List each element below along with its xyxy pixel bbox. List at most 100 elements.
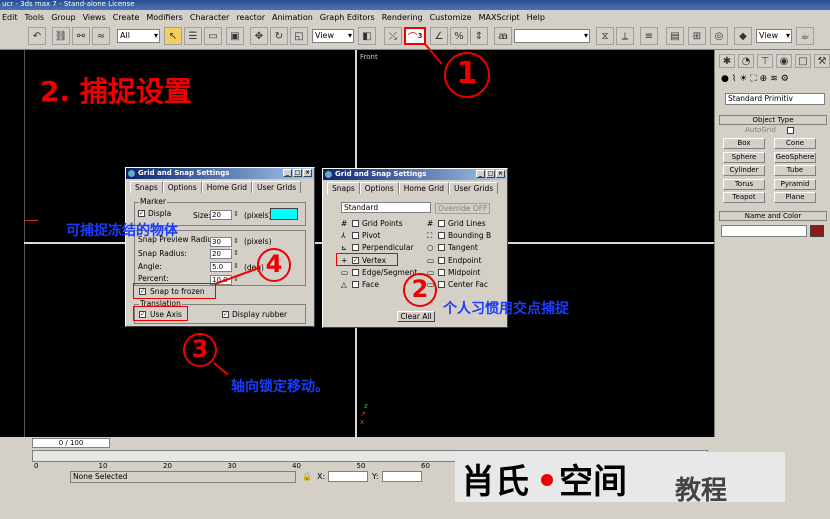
menu-group[interactable]: Group [51,13,75,22]
close-icon[interactable]: × [496,170,505,178]
angle-snap-icon[interactable]: ∠ [430,27,448,45]
lock-icon[interactable]: 🔒 [302,472,312,481]
selection-filter-dropdown[interactable]: All [117,29,160,43]
dialog-titlebar[interactable]: Grid and Snap Settings _ □ × [126,168,314,179]
select-object-icon[interactable]: ↖ [164,27,182,45]
modify-tab-icon[interactable]: ◔ [738,54,754,68]
create-pyramid-button[interactable]: Pyramid [774,178,816,190]
snap-right-1-checkbox[interactable] [438,232,445,240]
move-icon[interactable]: ✥ [250,27,268,45]
manipulate-icon[interactable]: ⤯ [384,27,402,45]
spacewarps-icon[interactable]: ≋ [770,74,778,84]
marker-color-swatch[interactable] [270,208,298,220]
menu-graph-editors[interactable]: Graph Editors [320,13,375,22]
object-name-input[interactable] [721,225,807,237]
snap-left-4-checkbox[interactable] [352,268,359,276]
utilities-tab-icon[interactable]: ⚒ [814,54,830,68]
maximize-icon[interactable]: □ [486,170,495,178]
snap-right-2-checkbox[interactable] [438,244,445,252]
maximize-icon[interactable]: □ [293,169,302,177]
ref-coord-dropdown[interactable]: View [312,29,354,43]
x-coord-field[interactable] [328,471,368,482]
systems-icon[interactable]: ⚙ [781,74,789,84]
snap-left-1-checkbox[interactable] [352,232,359,240]
material-editor-icon[interactable]: ◎ [710,27,728,45]
mirror-icon[interactable]: ⧖ [596,27,614,45]
display-rubber-checkbox[interactable]: ✓ [222,311,229,318]
create-tube-button[interactable]: Tube [774,165,816,176]
y-coord-field[interactable] [382,471,422,482]
create-tab-icon[interactable]: ✱ [719,54,735,68]
tab-options[interactable]: Options [162,181,202,193]
unlink-icon[interactable]: ⚯ [72,27,90,45]
quick-render-icon[interactable]: ☕ [796,27,814,45]
name-color-rollout-title[interactable]: Name and Color [719,211,827,221]
rect-selection-icon[interactable]: ▭ [204,27,222,45]
snap-right-0-checkbox[interactable] [438,220,445,227]
render-scene-icon[interactable]: ◆ [734,27,752,45]
menu-views[interactable]: Views [83,13,106,22]
time-slider[interactable]: 0 / 100 [32,438,110,448]
minimize-icon[interactable]: _ [476,170,485,178]
rotate-icon[interactable]: ↻ [270,27,288,45]
spinner-snap-icon[interactable]: ⇕ [470,27,488,45]
geometry-icon[interactable]: ● [721,74,729,84]
object-type-rollout-title[interactable]: Object Type [719,115,827,125]
snap-left-5-checkbox[interactable] [352,281,359,288]
snap-right-4-checkbox[interactable] [438,268,445,276]
menu-edit[interactable]: Edit [2,13,18,22]
select-link-icon[interactable]: ⛓ [52,27,70,45]
bind-space-warp-icon[interactable]: ≈ [92,27,110,45]
menu-animation[interactable]: Animation [272,13,313,22]
create-geosphere-button[interactable]: GeoSphere [774,151,816,163]
menu-maxscript[interactable]: MAXScript [479,13,520,22]
create-cylinder-button[interactable]: Cylinder [723,165,765,176]
maxscript-listener-area[interactable] [24,471,69,483]
tab-snaps[interactable]: Snaps [327,182,360,194]
snap-right-3-checkbox[interactable] [438,256,445,264]
menu-customize[interactable]: Customize [430,13,472,22]
named-selection-sets-dropdown[interactable] [514,29,590,43]
primitive-type-dropdown[interactable]: Standard Primitiv [725,93,825,105]
create-teapot-button[interactable]: Teapot [723,192,765,203]
tab-user-grids[interactable]: User Grids [252,181,302,193]
display-marker-checkbox[interactable]: ✓ [138,210,145,217]
scale-icon[interactable]: ◱ [290,27,308,45]
render-view-dropdown[interactable]: View [756,29,792,43]
snap-left-2-checkbox[interactable] [352,244,359,252]
angle-spinner[interactable]: 5.0 [210,262,239,272]
menu-reactor[interactable]: reactor [236,13,265,22]
menu-tools[interactable]: Tools [25,13,45,22]
tab-user-grids[interactable]: User Grids [449,182,499,194]
menu-create[interactable]: Create [113,13,140,22]
shapes-icon[interactable]: ⌇ [732,74,736,84]
cameras-icon[interactable]: ⛶ [750,74,756,84]
curve-editor-icon[interactable]: ▤ [666,27,684,45]
menu-help[interactable]: Help [527,13,545,22]
create-torus-button[interactable]: Torus [723,178,765,190]
snap-left-0-checkbox[interactable] [352,220,359,227]
minimize-icon[interactable]: _ [283,169,292,177]
named-sel-icon[interactable]: ꜳ [494,27,512,45]
object-color-swatch[interactable] [810,225,824,237]
tab-home-grid[interactable]: Home Grid [201,181,253,193]
tab-options[interactable]: Options [359,182,399,194]
marker-size-spinner[interactable]: 20 [210,210,239,220]
create-plane-button[interactable]: Plane [774,192,816,203]
undo-icon[interactable]: ↶ [28,27,46,45]
menu-rendering[interactable]: Rendering [382,13,423,22]
menu-character[interactable]: Character [190,13,230,22]
hierarchy-tab-icon[interactable]: ⊤ [757,54,773,68]
autogrid-checkbox[interactable] [787,127,794,134]
lights-icon[interactable]: ☀ [739,74,747,84]
menu-modifiers[interactable]: Modifiers [146,13,183,22]
window-crossing-icon[interactable]: ▣ [226,27,244,45]
create-sphere-button[interactable]: Sphere [723,151,765,163]
snap-type-dropdown[interactable]: Standard [341,202,431,213]
layer-manager-icon[interactable]: ≡ [640,27,658,45]
preview-radius-spinner[interactable]: 30 [210,237,239,247]
clear-all-button[interactable]: Clear All [397,311,435,322]
select-by-name-icon[interactable]: ☰ [184,27,202,45]
dialog-titlebar-2[interactable]: Grid and Snap Settings _ □ × [323,169,507,180]
snap-radius-spinner[interactable]: 20 [210,249,239,259]
